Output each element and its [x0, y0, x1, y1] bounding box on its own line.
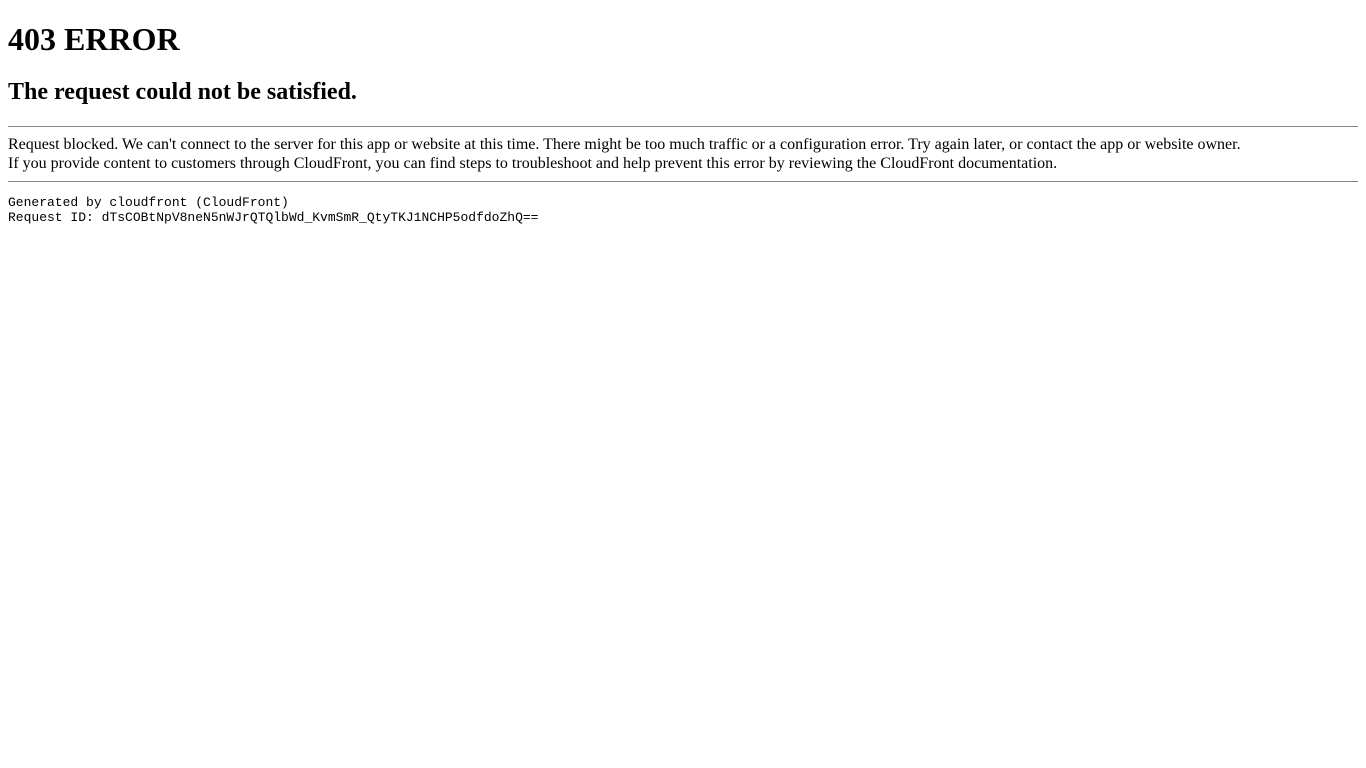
divider-top [8, 126, 1358, 127]
error-subheading: The request could not be satisfied. [8, 79, 1358, 106]
generated-by-line: Generated by cloudfront (CloudFront) [8, 195, 289, 210]
error-heading: 403 ERROR [8, 21, 1358, 58]
error-body-line-1: Request blocked. We can't connect to the… [8, 135, 1358, 154]
error-details: Generated by cloudfront (CloudFront) Req… [8, 195, 1358, 225]
request-id-line: Request ID: dTsCOBtNpV8neN5nWJrQTQlbWd_K… [8, 210, 539, 225]
error-body-line-2: If you provide content to customers thro… [8, 154, 1358, 173]
divider-bottom [8, 181, 1358, 182]
